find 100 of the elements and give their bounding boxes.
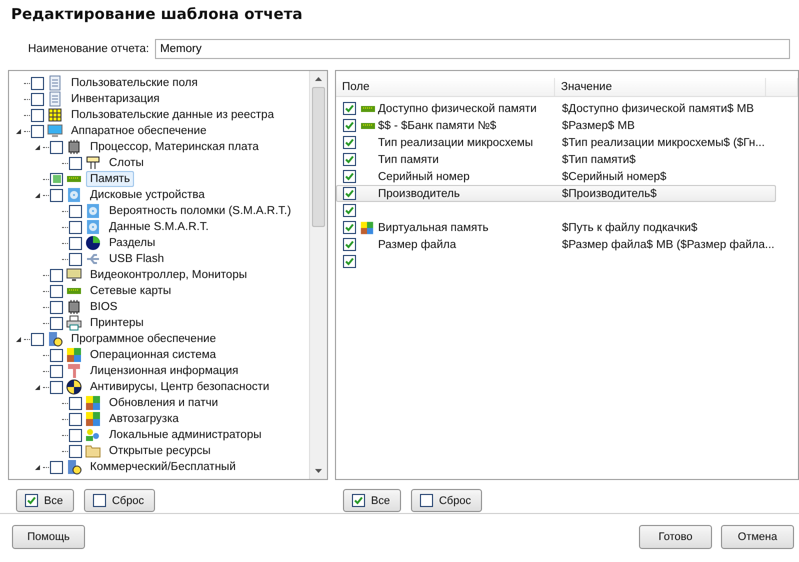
tree-checkbox[interactable] [50, 188, 63, 202]
tree-checkbox[interactable] [50, 460, 63, 474]
tree-checkbox[interactable] [31, 92, 44, 106]
tree-item[interactable]: Память [86, 171, 134, 187]
scrollbar[interactable] [309, 71, 327, 479]
tree-checkbox[interactable] [50, 284, 63, 298]
row-checkbox[interactable] [343, 119, 356, 132]
scroll-down-icon[interactable] [315, 469, 322, 473]
tree-item[interactable]: Вероятность поломки (S.M.A.R.T.) [105, 203, 296, 219]
tree-item[interactable]: Инвентаризация [67, 91, 164, 107]
field-cell-text: Доступно физической памяти [378, 102, 538, 114]
table-row[interactable]: Производитель $Производитель$ [336, 185, 776, 202]
tree-item[interactable]: Аппаратное обеспечение [67, 123, 210, 139]
tree-checkbox[interactable] [69, 428, 82, 442]
doc-icon [47, 91, 63, 107]
tree-item[interactable]: Программное обеспечение [67, 331, 220, 347]
table-row[interactable]: Виртуальная память $Путь к файлу подкачки$ [336, 219, 776, 236]
expander-icon[interactable] [34, 384, 42, 390]
row-checkbox[interactable] [343, 221, 356, 234]
row-checkbox[interactable] [343, 255, 356, 268]
tree-checkbox[interactable] [69, 156, 82, 170]
tree-item[interactable]: Коммерческий/Бесплатный [86, 459, 240, 475]
expander-icon[interactable] [34, 144, 42, 150]
tree-item[interactable]: Лицензионная информация [86, 363, 242, 379]
tree-checkbox[interactable] [50, 380, 63, 394]
tree-checkbox[interactable] [50, 316, 63, 330]
tree-item[interactable]: Разделы [105, 235, 160, 251]
expander-icon[interactable] [15, 336, 23, 342]
tree-checkbox[interactable] [31, 108, 44, 122]
row-checkbox[interactable] [343, 238, 356, 251]
select-button[interactable]: Все [16, 489, 74, 512]
tree-item[interactable]: Пользовательские данные из реестра [67, 107, 278, 123]
tree-item[interactable]: Сетевые карты [86, 283, 176, 299]
folder-icon [85, 443, 101, 459]
tree-item[interactable]: Локальные администраторы [105, 427, 266, 443]
column-header[interactable]: Поле [336, 78, 555, 96]
tree-checkbox[interactable] [69, 444, 82, 458]
table-row[interactable]: Размер файла $Размер файла$ MB ($Размер файла... [336, 236, 776, 253]
tree-item[interactable]: Обновления и патчи [105, 395, 222, 411]
expander-icon[interactable] [15, 128, 23, 134]
row-checkbox[interactable] [343, 170, 356, 183]
tree-item[interactable]: Видеоконтроллер, Мониторы [86, 267, 251, 283]
tree-checkbox[interactable] [50, 140, 63, 154]
tree-item[interactable]: Слоты [105, 155, 148, 171]
field-cell-text: $$ - $Банк памяти №$ [378, 120, 498, 132]
select-button[interactable]: Сброс [410, 489, 482, 512]
field-cell-text: Серийный номер [378, 170, 471, 182]
expander-icon[interactable] [34, 464, 42, 470]
report-name-field[interactable]: Memory [155, 39, 790, 59]
tree-checkbox[interactable] [31, 76, 44, 90]
value-cell: $Тип памяти$ [562, 154, 636, 166]
chip-icon [66, 299, 82, 315]
value-cell: $Доступно физической памяти$ MB [562, 102, 754, 114]
table-row[interactable]: Доступно физической памяти $Доступно физической памяти$ MB [336, 100, 776, 117]
tree-item[interactable]: USB Flash [105, 251, 168, 267]
tree-checkbox[interactable] [50, 364, 63, 378]
dialog-button[interactable]: Готово [639, 525, 712, 549]
table-row[interactable]: Тип памяти $Тип памяти$ [336, 151, 776, 168]
select-button[interactable]: Все [343, 489, 401, 512]
tree-checkbox[interactable] [69, 220, 82, 234]
tree-item[interactable]: Дисковые устройства [86, 187, 209, 203]
tree-checkbox[interactable] [69, 412, 82, 426]
tree-item[interactable]: Принтеры [86, 315, 148, 331]
table-row[interactable]: $$ - $Банк памяти №$ $Размер$ MB [336, 117, 776, 134]
tree-checkbox[interactable] [31, 332, 44, 346]
tree-item[interactable]: Автозагрузка [105, 411, 183, 427]
window-title: Редактирование шаблона отчета [10, 4, 304, 25]
tree-checkbox[interactable] [50, 172, 63, 186]
scroll-up-icon[interactable] [315, 77, 322, 81]
tree-checkbox[interactable] [50, 268, 63, 282]
row-checkbox[interactable] [343, 102, 356, 115]
row-checkbox[interactable] [343, 153, 356, 166]
scroll-thumb[interactable] [312, 87, 325, 227]
tree-item[interactable]: Пользовательские поля [67, 75, 202, 91]
tree-checkbox[interactable] [69, 236, 82, 250]
tree-item[interactable]: Операционная система [86, 347, 220, 363]
column-header[interactable]: Значение [555, 78, 766, 96]
row-checkbox[interactable] [343, 136, 356, 149]
expander-icon[interactable] [34, 192, 42, 198]
windows-icon [66, 347, 82, 363]
select-button[interactable]: Сброс [84, 489, 155, 512]
dialog-button[interactable]: Отмена [721, 525, 794, 549]
tree-checkbox[interactable] [69, 396, 82, 410]
tree-item[interactable]: Данные S.M.A.R.T. [105, 219, 213, 235]
table-row[interactable]: Серийный номер $Серийный номер$ [336, 168, 776, 185]
tree-checkbox[interactable] [50, 348, 63, 362]
tree-item[interactable]: BIOS [86, 299, 122, 315]
tree-item[interactable]: Процессор, Материнская плата [86, 139, 263, 155]
monitor-icon [47, 123, 63, 139]
tree-checkbox[interactable] [69, 204, 82, 218]
table-row[interactable]: Тип реализации микросхемы $Тип реализации микросхемы$ ($Гн... [336, 134, 776, 151]
tree-item[interactable]: Открытые ресурсы [105, 443, 215, 459]
tree-checkbox[interactable] [31, 124, 44, 138]
tree-item[interactable]: Антивирусы, Центр безопасности [86, 379, 274, 395]
row-checkbox[interactable] [343, 187, 356, 200]
tree-checkbox[interactable] [50, 300, 63, 314]
printer-icon [66, 315, 82, 331]
help-button[interactable]: Помощь [12, 525, 85, 549]
tree-checkbox[interactable] [69, 252, 82, 266]
row-checkbox[interactable] [343, 204, 356, 217]
